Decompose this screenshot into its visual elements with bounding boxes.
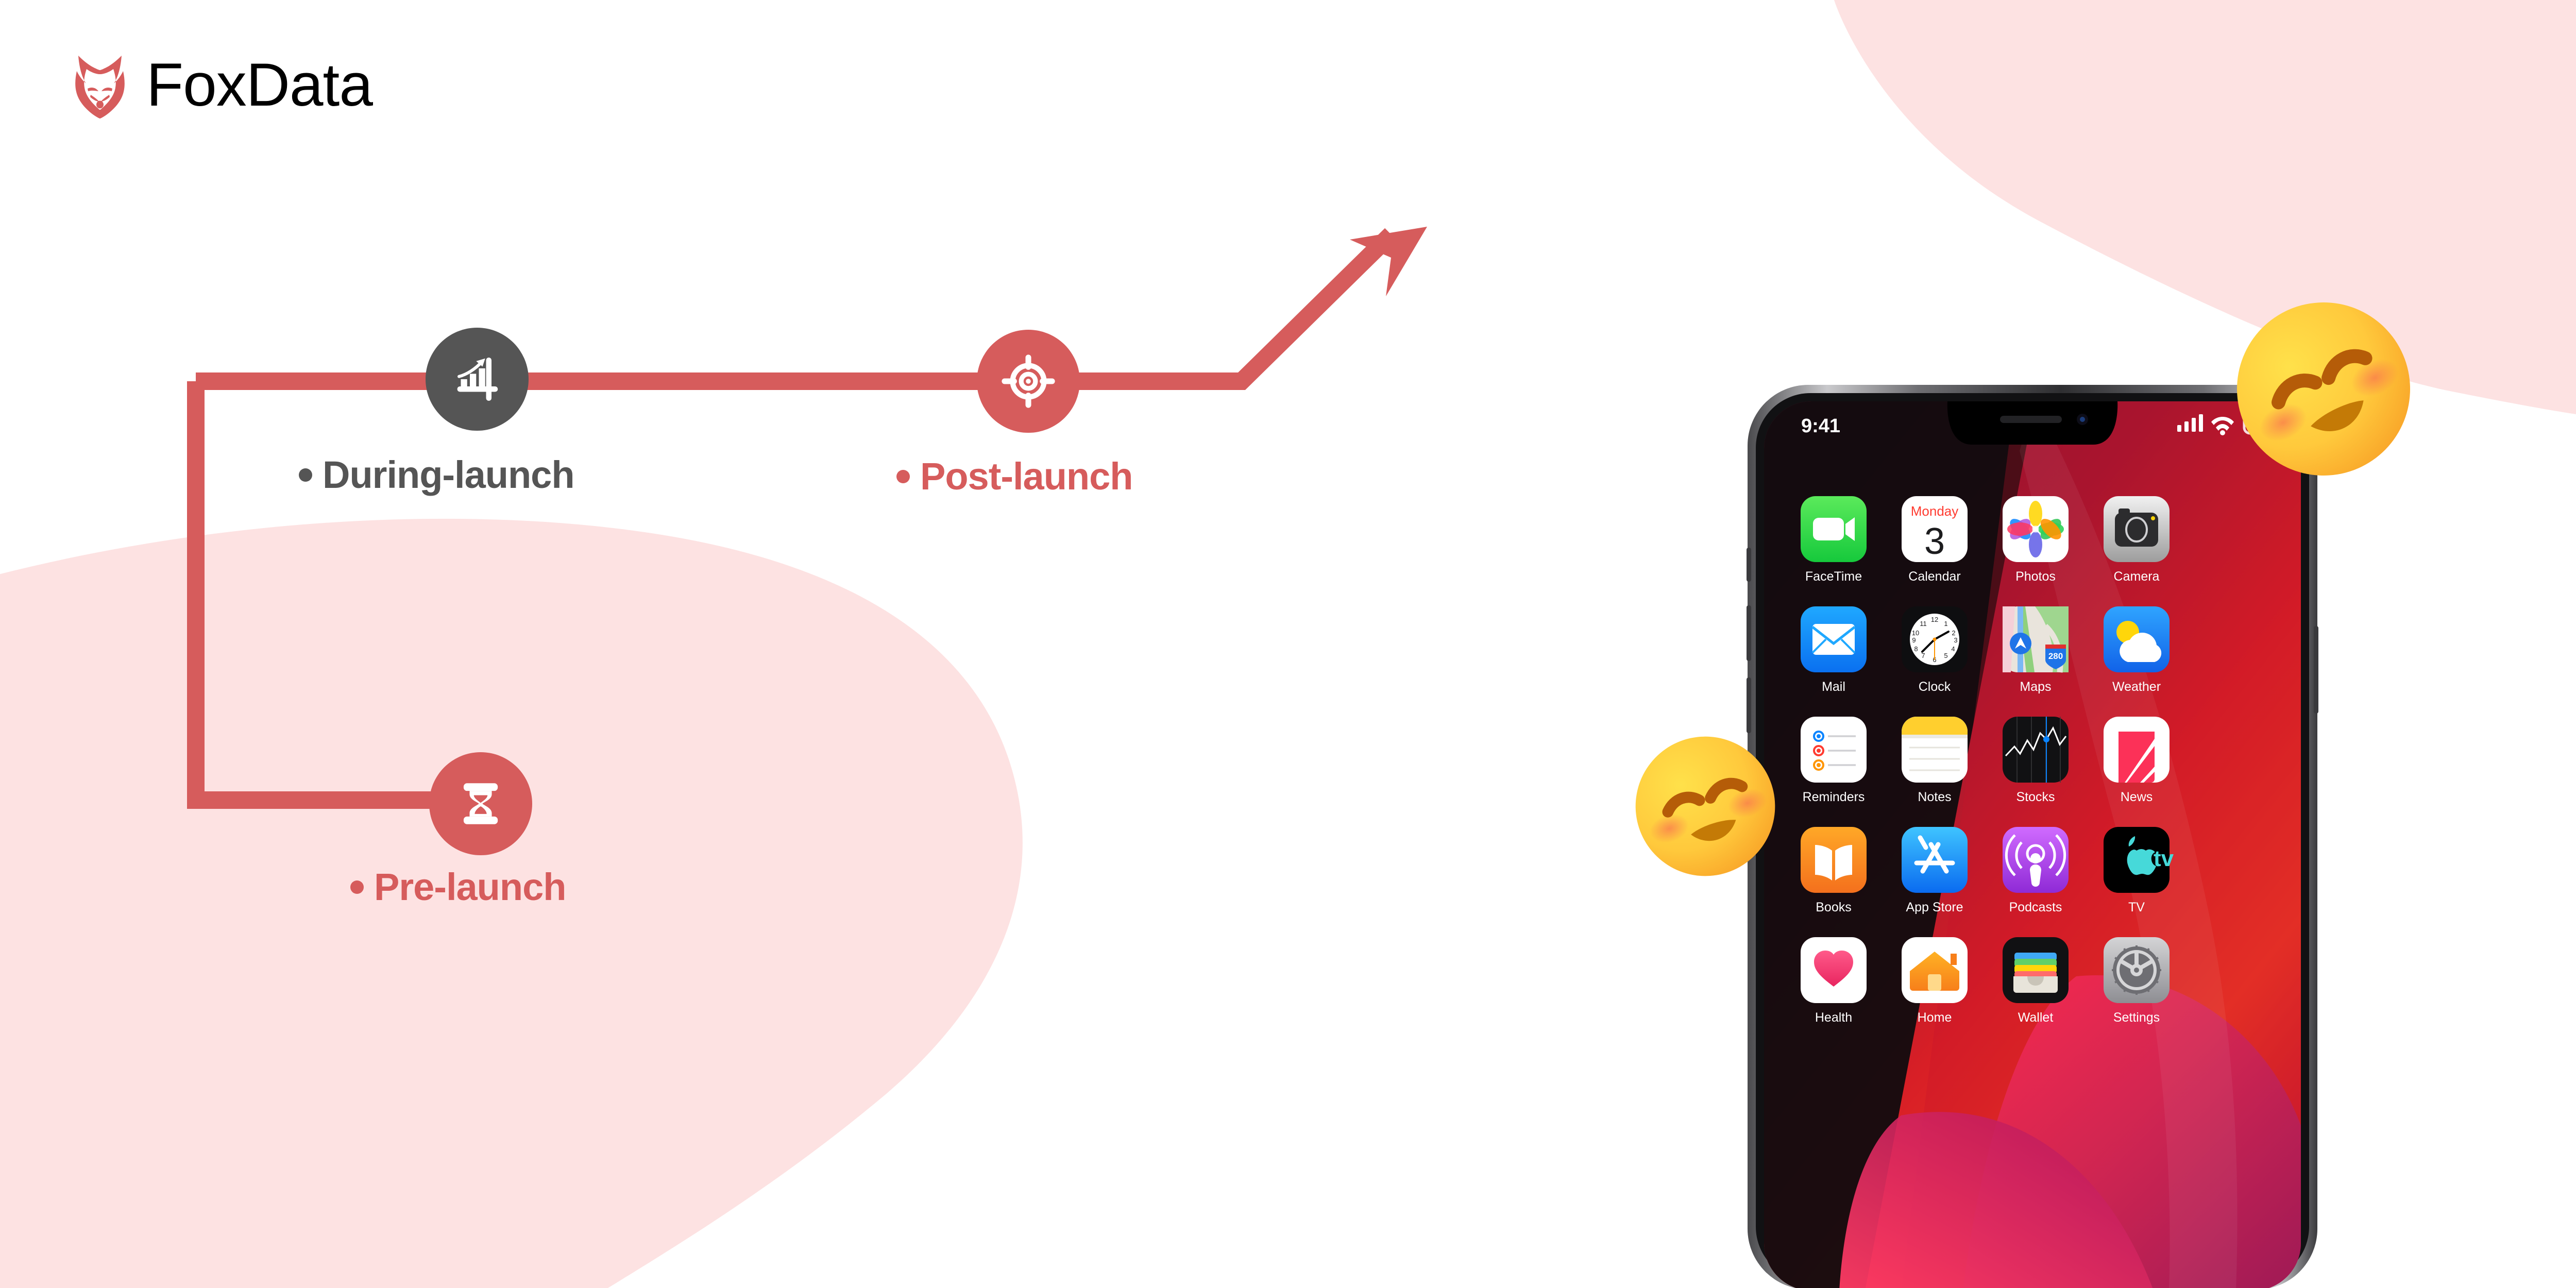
app-label-calendar: Calendar [1908, 569, 1960, 584]
app-label-facetime: FaceTime [1805, 569, 1862, 584]
svg-text:10: 10 [1912, 629, 1919, 637]
app-icon-photos[interactable] [2003, 496, 2069, 562]
app-icon-books[interactable] [1801, 827, 1867, 893]
timeline-node-during-launch[interactable] [426, 328, 529, 431]
svg-text:7: 7 [1921, 652, 1925, 659]
power-button [2314, 626, 2318, 714]
brand-name: FoxData [146, 51, 373, 119]
app-icon-app-store[interactable] [1902, 827, 1968, 893]
app-label-photos: Photos [2015, 569, 2056, 584]
poster-canvas: FoxData During-launch Post-launch Pre-la… [0, 0, 2576, 1288]
status-bar-time: 9:41 [1801, 415, 1840, 437]
app-label-health: Health [1815, 1010, 1852, 1025]
app-label-books: Books [1816, 900, 1851, 914]
iphone-mockup: 9:41 FaceTime Monday 3 Calendar Photos C… [1747, 385, 2318, 1288]
hourglass-icon [463, 783, 498, 824]
timeline-label-pre-launch[interactable]: Pre-launch [350, 868, 566, 906]
maps-shield-number: 280 [2048, 651, 2063, 661]
timeline-label-post-launch[interactable]: Post-launch [896, 455, 1133, 498]
app-icon-stocks[interactable] [2003, 717, 2069, 783]
app-icon-settings[interactable] [2104, 937, 2170, 1003]
svg-text:4: 4 [1951, 645, 1955, 653]
app-label-maps: Maps [2020, 680, 2051, 694]
app-label-wallet: Wallet [2018, 1010, 2054, 1025]
app-icon-podcasts[interactable] [2003, 827, 2069, 893]
app-icon-wallet[interactable] [2003, 937, 2069, 1003]
svg-text:5: 5 [1944, 652, 1947, 659]
app-label-app-store: App Store [1906, 900, 1963, 914]
timeline-label-during-launch[interactable]: During-launch [299, 453, 575, 496]
mute-switch [1747, 548, 1751, 582]
app-icon-mail[interactable] [1801, 606, 1867, 672]
svg-text:12: 12 [1931, 616, 1938, 623]
stage-label-post-launch: Post-launch [920, 455, 1133, 498]
bullet-dot [350, 880, 364, 894]
app-label-apple-tv: TV [2128, 900, 2145, 914]
svg-text:1: 1 [1944, 620, 1947, 628]
svg-text:2: 2 [1952, 629, 1955, 637]
app-icon-camera[interactable] [2104, 496, 2170, 562]
app-label-stocks: Stocks [2016, 790, 2055, 804]
phone-screen[interactable]: 9:41 FaceTime Monday 3 Calendar Photos C… [1764, 401, 2301, 1288]
stage-label-during-launch: During-launch [323, 453, 575, 496]
svg-text:9: 9 [1912, 636, 1916, 644]
earpiece-speaker [2000, 416, 2062, 423]
app-label-settings: Settings [2113, 1010, 2160, 1025]
svg-text:8: 8 [1914, 645, 1918, 653]
timeline-node-pre-launch[interactable] [429, 752, 532, 855]
app-label-reminders: Reminders [1803, 790, 1865, 804]
app-icon-home[interactable] [1902, 937, 1968, 1003]
app-icon-maps[interactable]: 280 [2003, 606, 2069, 673]
svg-text:11: 11 [1920, 620, 1927, 628]
app-label-clock: Clock [1919, 680, 1951, 694]
app-label-podcasts: Podcasts [2009, 900, 2062, 914]
calendar-weekday: Monday [1911, 503, 1959, 519]
app-icon-notes[interactable] [1902, 717, 1968, 783]
app-label-camera: Camera [2114, 569, 2160, 584]
app-icon-facetime[interactable] [1801, 496, 1867, 562]
app-label-notes: Notes [1918, 790, 1951, 804]
app-icon-apple-tv[interactable]: tv [2104, 827, 2174, 893]
app-label-home: Home [1918, 1010, 1952, 1025]
timeline-path [196, 228, 1397, 390]
brand-logo[interactable]: FoxData [72, 51, 373, 119]
volume-up-button [1747, 605, 1751, 661]
timeline-node-post-launch[interactable] [977, 330, 1080, 433]
app-icon-weather[interactable] [2104, 606, 2170, 672]
svg-text:tv: tv [2154, 846, 2174, 871]
timeline-branch-path [187, 381, 464, 809]
bullet-dot [299, 468, 312, 482]
stage-label-pre-launch: Pre-launch [374, 866, 566, 908]
target-crosshair-icon [1002, 354, 1055, 408]
app-icon-clock[interactable]: 1212 345 678 91011 [1902, 606, 1968, 672]
app-icon-reminders[interactable] [1801, 717, 1867, 783]
svg-text:3: 3 [1954, 636, 1957, 644]
app-label-weather: Weather [2112, 680, 2161, 694]
app-icon-health[interactable] [1801, 937, 1867, 1003]
fox-head-icon [75, 56, 125, 118]
calendar-day: 3 [1924, 521, 1945, 562]
app-icon-calendar[interactable]: Monday 3 [1902, 496, 1968, 562]
app-label-news: News [2121, 790, 2153, 804]
app-icon-news[interactable] [2104, 717, 2170, 783]
bullet-dot [896, 470, 910, 483]
fox-nose [96, 100, 104, 109]
growth-bar-chart-icon [457, 358, 498, 401]
app-label-mail: Mail [1822, 680, 1845, 694]
